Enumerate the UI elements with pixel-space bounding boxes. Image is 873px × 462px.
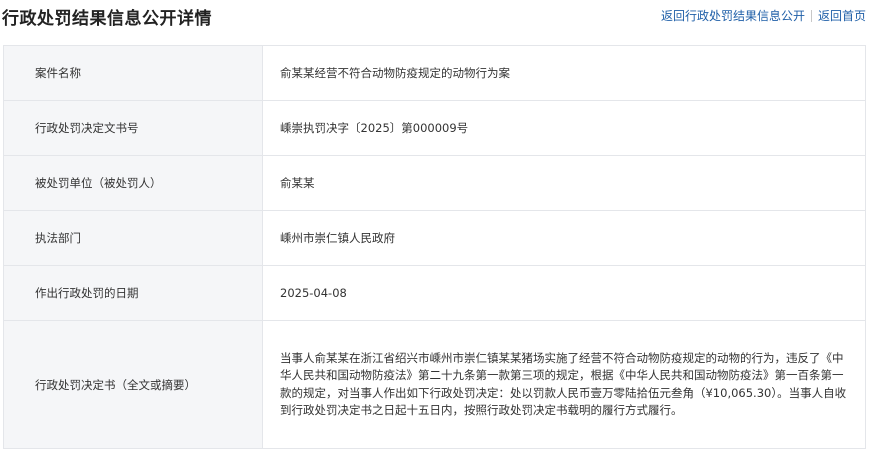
row-decision-text: 行政处罚决定书（全文或摘要） 当事人俞某某在浙江省绍兴市嵊州市崇仁镇某某猪场实施…: [3, 320, 866, 449]
row-enforcement-dept: 执法部门 嵊州市崇仁镇人民政府: [3, 210, 866, 266]
row-punished-party: 被处罚单位（被处罚人） 俞某某: [3, 155, 866, 211]
enforcement-dept-value: 嵊州市崇仁镇人民政府: [262, 210, 866, 266]
enforcement-dept-label: 执法部门: [3, 210, 263, 266]
header-links: 返回行政处罚结果信息公开 返回首页: [661, 7, 866, 24]
row-decision-date: 作出行政处罚的日期 2025-04-08: [3, 265, 866, 321]
page-title: 行政处罚结果信息公开详情: [2, 9, 212, 29]
case-name-label: 案件名称: [3, 45, 263, 101]
punished-party-value: 俞某某: [262, 155, 866, 211]
decision-date-label: 作出行政处罚的日期: [3, 265, 263, 321]
detail-table: 案件名称 俞某某经营不符合动物防疫规定的动物行为案 行政处罚决定文书号 嵊崇执罚…: [3, 45, 866, 449]
document-number-value: 嵊崇执罚决字〔2025〕第000009号: [262, 100, 866, 156]
decision-date-value: 2025-04-08: [262, 265, 866, 321]
row-document-number: 行政处罚决定文书号 嵊崇执罚决字〔2025〕第000009号: [3, 100, 866, 156]
link-divider: [810, 9, 812, 22]
back-to-list-link[interactable]: 返回行政处罚结果信息公开: [661, 7, 805, 24]
decision-text-value: 当事人俞某某在浙江省绍兴市嵊州市崇仁镇某某猪场实施了经营不符合动物防疫规定的动物…: [262, 320, 866, 449]
back-to-home-link[interactable]: 返回首页: [818, 7, 866, 24]
page-header: 行政处罚结果信息公开详情 返回行政处罚结果信息公开 返回首页: [0, 0, 873, 32]
decision-text-label: 行政处罚决定书（全文或摘要）: [3, 320, 263, 449]
punished-party-label: 被处罚单位（被处罚人）: [3, 155, 263, 211]
row-case-name: 案件名称 俞某某经营不符合动物防疫规定的动物行为案: [3, 45, 866, 101]
document-number-label: 行政处罚决定文书号: [3, 100, 263, 156]
case-name-value: 俞某某经营不符合动物防疫规定的动物行为案: [262, 45, 866, 101]
